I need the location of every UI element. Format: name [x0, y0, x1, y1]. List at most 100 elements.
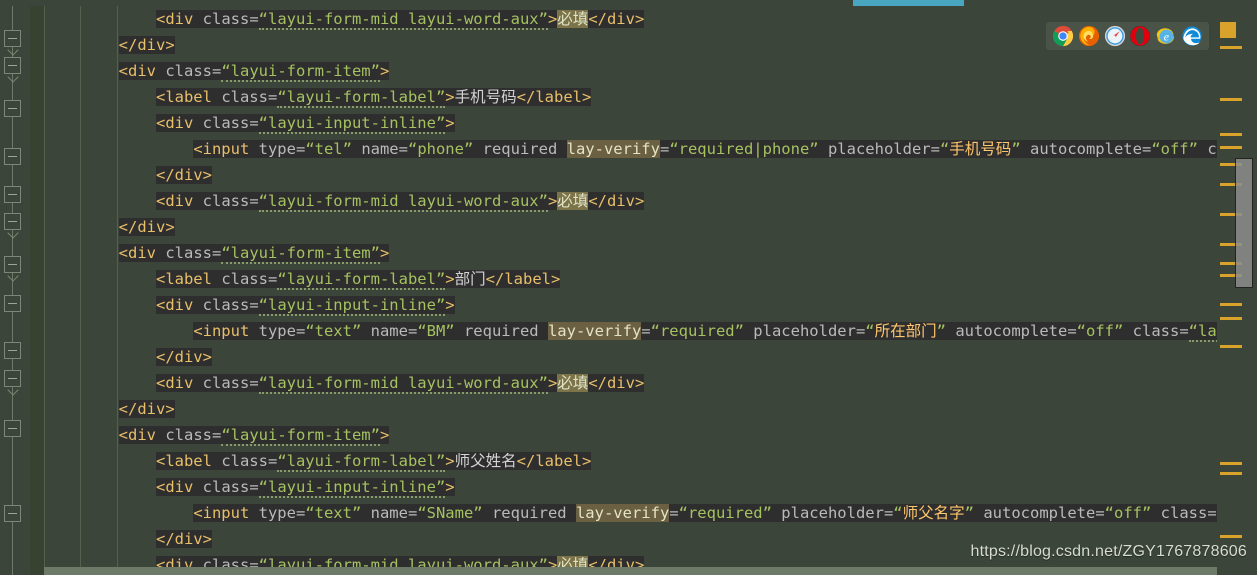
code-line[interactable]: <div class=“layui-form-mid layui-word-au…: [44, 370, 1217, 396]
fold-marker-icon[interactable]: [4, 420, 21, 437]
fold-marker-icon[interactable]: [4, 342, 21, 359]
code-token: placeholder=: [771, 504, 894, 522]
fold-marker-icon[interactable]: [4, 505, 21, 522]
gutter-secondary-strip: [30, 0, 44, 575]
code-token: required: [482, 504, 576, 522]
code-token: 师父姓名: [454, 452, 517, 470]
code-line[interactable]: </div>: [44, 32, 1217, 58]
browser-launcher-toolbar[interactable]: e: [1046, 22, 1209, 50]
fold-marker-icon[interactable]: [4, 256, 21, 273]
code-token: required: [454, 322, 548, 340]
code-token: class=: [202, 478, 259, 496]
minimap-mark[interactable]: [1220, 98, 1242, 101]
code-line[interactable]: <div class=“layui-form-mid layui-word-au…: [44, 6, 1217, 32]
fold-marker-icon[interactable]: [4, 57, 21, 74]
code-token: class=: [165, 426, 222, 444]
code-token: >: [547, 192, 558, 210]
fold-marker-icon[interactable]: [4, 30, 21, 47]
minimap-mark[interactable]: [1220, 303, 1242, 306]
code-line-content: </div>: [155, 166, 212, 184]
minimap-mark[interactable]: [1220, 46, 1242, 49]
code-token: placeholder=: [743, 322, 866, 340]
code-token: <div: [155, 296, 203, 314]
code-token: class=: [165, 62, 222, 80]
code-line[interactable]: </div>: [44, 214, 1217, 240]
code-editor-area[interactable]: <div class= “layui-form-mid layui-word-au…: [44, 6, 1217, 575]
code-token: class=: [202, 374, 259, 392]
fold-marker-icon[interactable]: [4, 213, 21, 230]
code-token: <input: [193, 504, 259, 522]
firefox-icon[interactable]: [1078, 25, 1100, 47]
code-token: >: [379, 62, 390, 80]
minimap-error-stripe[interactable]: <div class=“la </div> <div class=“la <la…: [1217, 0, 1257, 575]
code-token: <div: [155, 10, 203, 28]
code-token: name=: [361, 504, 418, 522]
minimap-mark[interactable]: [1220, 22, 1236, 38]
code-token: “layui-form-mid layui-word-aux”: [258, 192, 548, 212]
code-line-content: <div class=“layui-form-item”>: [118, 244, 390, 264]
code-line[interactable]: </div>: [44, 396, 1217, 422]
code-token: lay-verify: [566, 140, 660, 158]
horizontal-scrollbar-track[interactable]: [0, 0, 1257, 6]
code-line-content: <div class=“layui-form-mid layui-word-au…: [155, 192, 645, 212]
fold-marker-icon[interactable]: [4, 370, 21, 387]
code-line-content: </div>: [118, 36, 175, 54]
code-line[interactable]: <div class=“layui-input-inline”>: [44, 474, 1217, 500]
code-line[interactable]: <div class=“layui-form-item”>: [44, 422, 1217, 448]
minimap-mark[interactable]: [1220, 133, 1242, 136]
code-line[interactable]: <div class=“layui-input-inline”>: [44, 292, 1217, 318]
fold-marker-icon[interactable]: [4, 148, 21, 165]
opera-icon[interactable]: [1129, 25, 1151, 47]
code-token: “required”: [678, 504, 772, 522]
code-token: <div: [118, 62, 166, 80]
code-token: <label: [155, 452, 222, 470]
code-token: class=: [202, 296, 259, 314]
code-line-content: <div class=“layui-form-mid layui-word-au…: [155, 374, 645, 394]
internet-explorer-icon[interactable]: e: [1155, 25, 1177, 47]
horizontal-scrollbar-thumb[interactable]: [853, 0, 964, 6]
code-line[interactable]: <input type=“text” name=“SName” required…: [44, 500, 1217, 526]
safari-icon[interactable]: [1104, 25, 1126, 47]
code-line-content: <div class=“layui-form-item”>: [118, 62, 390, 82]
minimap-mark[interactable]: [1220, 146, 1242, 149]
minimap-mark[interactable]: [1220, 345, 1242, 348]
code-token: </label>: [516, 452, 592, 470]
code-token: >: [379, 426, 390, 444]
fold-marker-icon[interactable]: [4, 186, 21, 203]
code-token: >: [445, 452, 455, 470]
minimap-mark[interactable]: [1220, 462, 1242, 465]
minimap-mark[interactable]: [1220, 535, 1242, 538]
fold-marker-icon[interactable]: [4, 100, 21, 117]
code-line[interactable]: <div class=“layui-input-inline”>: [44, 110, 1217, 136]
code-token: <input: [193, 322, 259, 340]
code-token: <div: [118, 426, 166, 444]
code-line[interactable]: <label class=“layui-form-label”>部门</labe…: [44, 266, 1217, 292]
code-token: “off”: [1076, 322, 1124, 340]
minimap-mark[interactable]: [1220, 317, 1242, 320]
code-token: “layui-form-label”: [277, 452, 446, 472]
code-token: “tel”: [305, 140, 352, 158]
chrome-icon[interactable]: [1052, 25, 1074, 47]
fold-marker-icon[interactable]: [4, 295, 21, 312]
code-line[interactable]: </div>: [44, 344, 1217, 370]
code-line[interactable]: <div class=“layui-form-item”>: [44, 240, 1217, 266]
code-line[interactable]: </div>: [44, 162, 1217, 188]
code-line[interactable]: <label class=“layui-form-label”>师父姓名</la…: [44, 448, 1217, 474]
minimap-mark[interactable]: [1220, 472, 1242, 475]
code-line[interactable]: <div class=“layui-form-item”>: [44, 58, 1217, 84]
code-token: “off”: [1104, 504, 1152, 522]
code-line-content: <div class=“layui-input-inline”>: [155, 478, 455, 498]
code-line[interactable]: <label class=“layui-form-label”>手机号码</la…: [44, 84, 1217, 110]
code-token: </div>: [118, 218, 175, 236]
edge-icon[interactable]: [1181, 25, 1203, 47]
code-line[interactable]: <div class=“layui-form-mid layui-word-au…: [44, 188, 1217, 214]
fold-gutter[interactable]: [0, 0, 30, 575]
code-line[interactable]: <input type=“tel” name=“phone” required …: [44, 136, 1217, 162]
code-line-content: </div>: [155, 530, 212, 548]
code-line[interactable]: <input type=“text” name=“BM” required la…: [44, 318, 1217, 344]
